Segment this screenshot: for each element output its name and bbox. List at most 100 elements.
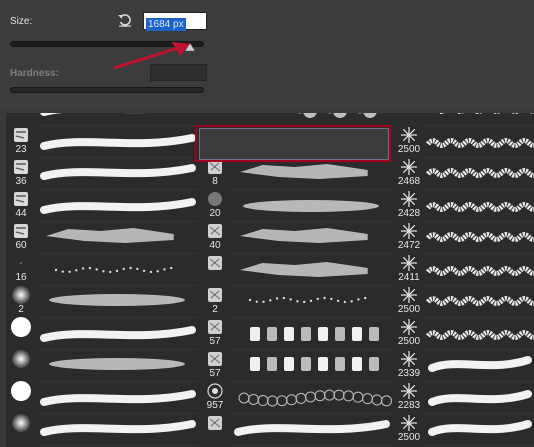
brush-preset-thumbnail[interactable]: 20 bbox=[202, 189, 228, 220]
brush-stroke-preview[interactable] bbox=[424, 191, 534, 222]
brush-stroke-preview[interactable] bbox=[230, 383, 392, 414]
brush-size-label: 20 bbox=[209, 208, 221, 219]
brush-stroke-preview[interactable] bbox=[424, 223, 534, 254]
brush-stroke-preview[interactable] bbox=[424, 287, 534, 318]
brush-preset-thumbnail[interactable]: 2 bbox=[8, 285, 34, 316]
brush-preset-thumbnail[interactable] bbox=[202, 413, 228, 444]
brush-stroke-preview[interactable] bbox=[424, 319, 534, 350]
brush-stroke-preview[interactable] bbox=[424, 113, 534, 126]
brush-stroke-preview[interactable] bbox=[424, 127, 534, 158]
brush-preset-thumbnail[interactable] bbox=[202, 113, 228, 124]
brush-preset-thumbnail[interactable]: 40 bbox=[202, 221, 228, 252]
brush-preset-thumbnail[interactable]: 60 bbox=[8, 221, 34, 252]
brush-tip-icon bbox=[9, 381, 33, 401]
brush-stroke-preview[interactable] bbox=[424, 255, 534, 286]
brush-size-label: 2500 bbox=[397, 304, 421, 315]
brush-tip-icon bbox=[9, 125, 33, 145]
brush-stroke-preview[interactable] bbox=[230, 319, 392, 350]
hardness-label: Hardness: bbox=[10, 68, 59, 79]
brush-stroke-preview[interactable] bbox=[230, 287, 392, 318]
brush-tip-icon bbox=[9, 285, 33, 305]
brush-size-label: 2 bbox=[212, 304, 218, 315]
size-input[interactable]: 1684 px bbox=[143, 12, 207, 31]
size-value: 1684 px bbox=[146, 18, 186, 31]
brush-preset-thumbnail[interactable]: 2283 bbox=[396, 381, 422, 412]
brush-preset-thumbnail[interactable] bbox=[202, 253, 228, 284]
brush-size-label: 23 bbox=[15, 144, 27, 155]
brush-preset-thumbnail[interactable] bbox=[8, 349, 34, 380]
brush-preset-thumbnail[interactable]: 44 bbox=[8, 189, 34, 220]
brush-preset-thumbnail[interactable]: 2 bbox=[202, 285, 228, 316]
brush-preset-thumbnail[interactable] bbox=[8, 113, 34, 124]
brush-stroke-preview[interactable] bbox=[230, 415, 392, 446]
brush-stroke-preview[interactable] bbox=[36, 191, 198, 222]
brush-preset-thumbnail[interactable] bbox=[396, 113, 422, 124]
brush-stroke-preview[interactable] bbox=[36, 319, 198, 350]
brush-preset-thumbnail[interactable]: 36 bbox=[8, 157, 34, 188]
brush-preset-thumbnail[interactable]: 2411 bbox=[396, 253, 422, 284]
brush-stroke-preview[interactable] bbox=[36, 127, 198, 158]
brush-size-label: 2472 bbox=[397, 240, 421, 251]
brush-stroke-preview[interactable] bbox=[230, 191, 392, 222]
brush-preset-thumbnail[interactable]: 57 bbox=[202, 349, 228, 380]
brush-stroke-preview[interactable] bbox=[36, 415, 198, 446]
brush-tip-icon bbox=[397, 349, 421, 369]
brush-preset-thumbnail[interactable]: 2500 bbox=[396, 413, 422, 444]
brush-tip-icon bbox=[9, 253, 33, 273]
brush-preset-thumbnail[interactable]: 2468 bbox=[396, 157, 422, 188]
brush-options-panel: Size: 1684 px Hardness: bbox=[0, 0, 534, 108]
brush-stroke-preview[interactable] bbox=[36, 383, 198, 414]
brush-stroke-preview[interactable] bbox=[424, 415, 534, 446]
brush-tip-icon bbox=[397, 285, 421, 305]
brush-size-label: 2500 bbox=[397, 432, 421, 443]
brush-preset-thumbnail[interactable]: 2472 bbox=[396, 221, 422, 252]
brush-stroke-preview[interactable] bbox=[36, 351, 198, 382]
brush-preset-grid: 23 36 44 60 16 2500 8 20 40 2 57 57 957 2500 2468 2428 2… bbox=[6, 113, 534, 447]
brush-tip-icon bbox=[203, 413, 227, 433]
size-label: Size: bbox=[10, 16, 33, 27]
brush-tip-icon bbox=[397, 381, 421, 401]
brush-tip-icon bbox=[9, 157, 33, 177]
brush-stroke-preview[interactable] bbox=[230, 223, 392, 254]
brush-stroke-preview[interactable] bbox=[424, 383, 534, 414]
brush-stroke-preview[interactable] bbox=[230, 255, 392, 286]
brush-size-label: 16 bbox=[15, 272, 27, 283]
brush-preset-thumbnail[interactable] bbox=[8, 317, 34, 348]
brush-size-label: 36 bbox=[15, 176, 27, 187]
brush-stroke-preview[interactable] bbox=[36, 255, 198, 286]
brush-size-label: 2283 bbox=[397, 400, 421, 411]
brush-preset-thumbnail[interactable]: 16 bbox=[8, 253, 34, 284]
brush-preset-thumbnail[interactable]: 57 bbox=[202, 317, 228, 348]
brush-preset-thumbnail[interactable]: 957 bbox=[202, 381, 228, 412]
brush-preset-thumbnail[interactable]: 2500 bbox=[396, 125, 422, 156]
brush-stroke-preview[interactable] bbox=[36, 287, 198, 318]
hardness-slider[interactable] bbox=[10, 87, 204, 93]
brush-stroke-preview[interactable] bbox=[36, 159, 198, 190]
brush-size-label: 2 bbox=[18, 304, 24, 315]
brush-size-label: 40 bbox=[209, 240, 221, 251]
brush-stroke-preview[interactable] bbox=[36, 113, 198, 126]
brush-tip-icon bbox=[9, 413, 33, 433]
brush-tip-icon bbox=[397, 221, 421, 241]
brush-stroke-preview[interactable] bbox=[424, 351, 534, 382]
brush-preset-thumbnail[interactable] bbox=[8, 413, 34, 444]
reset-size-icon[interactable] bbox=[117, 12, 133, 28]
brush-stroke-preview[interactable] bbox=[230, 351, 392, 382]
brush-stroke-preview[interactable] bbox=[424, 159, 534, 190]
brush-preset-thumbnail[interactable]: 2339 bbox=[396, 349, 422, 380]
brush-tip-icon bbox=[9, 317, 33, 337]
brush-tip-icon bbox=[397, 189, 421, 209]
brush-stroke-preview[interactable] bbox=[36, 223, 198, 254]
brush-tip-icon bbox=[9, 189, 33, 209]
brush-preset-thumbnail[interactable]: 2428 bbox=[396, 189, 422, 220]
brush-tip-icon bbox=[9, 221, 33, 241]
brush-size-label: 57 bbox=[209, 368, 221, 379]
brush-preset-thumbnail[interactable]: 23 bbox=[8, 125, 34, 156]
brush-stroke-preview[interactable] bbox=[230, 159, 392, 190]
brush-size-label: 44 bbox=[15, 208, 27, 219]
brush-preset-thumbnail[interactable]: 2500 bbox=[396, 317, 422, 348]
brush-preset-thumbnail[interactable] bbox=[8, 381, 34, 412]
brush-preset-thumbnail[interactable]: 2500 bbox=[396, 285, 422, 316]
brush-tip-icon bbox=[397, 317, 421, 337]
annotation-arrow-icon bbox=[113, 42, 190, 70]
